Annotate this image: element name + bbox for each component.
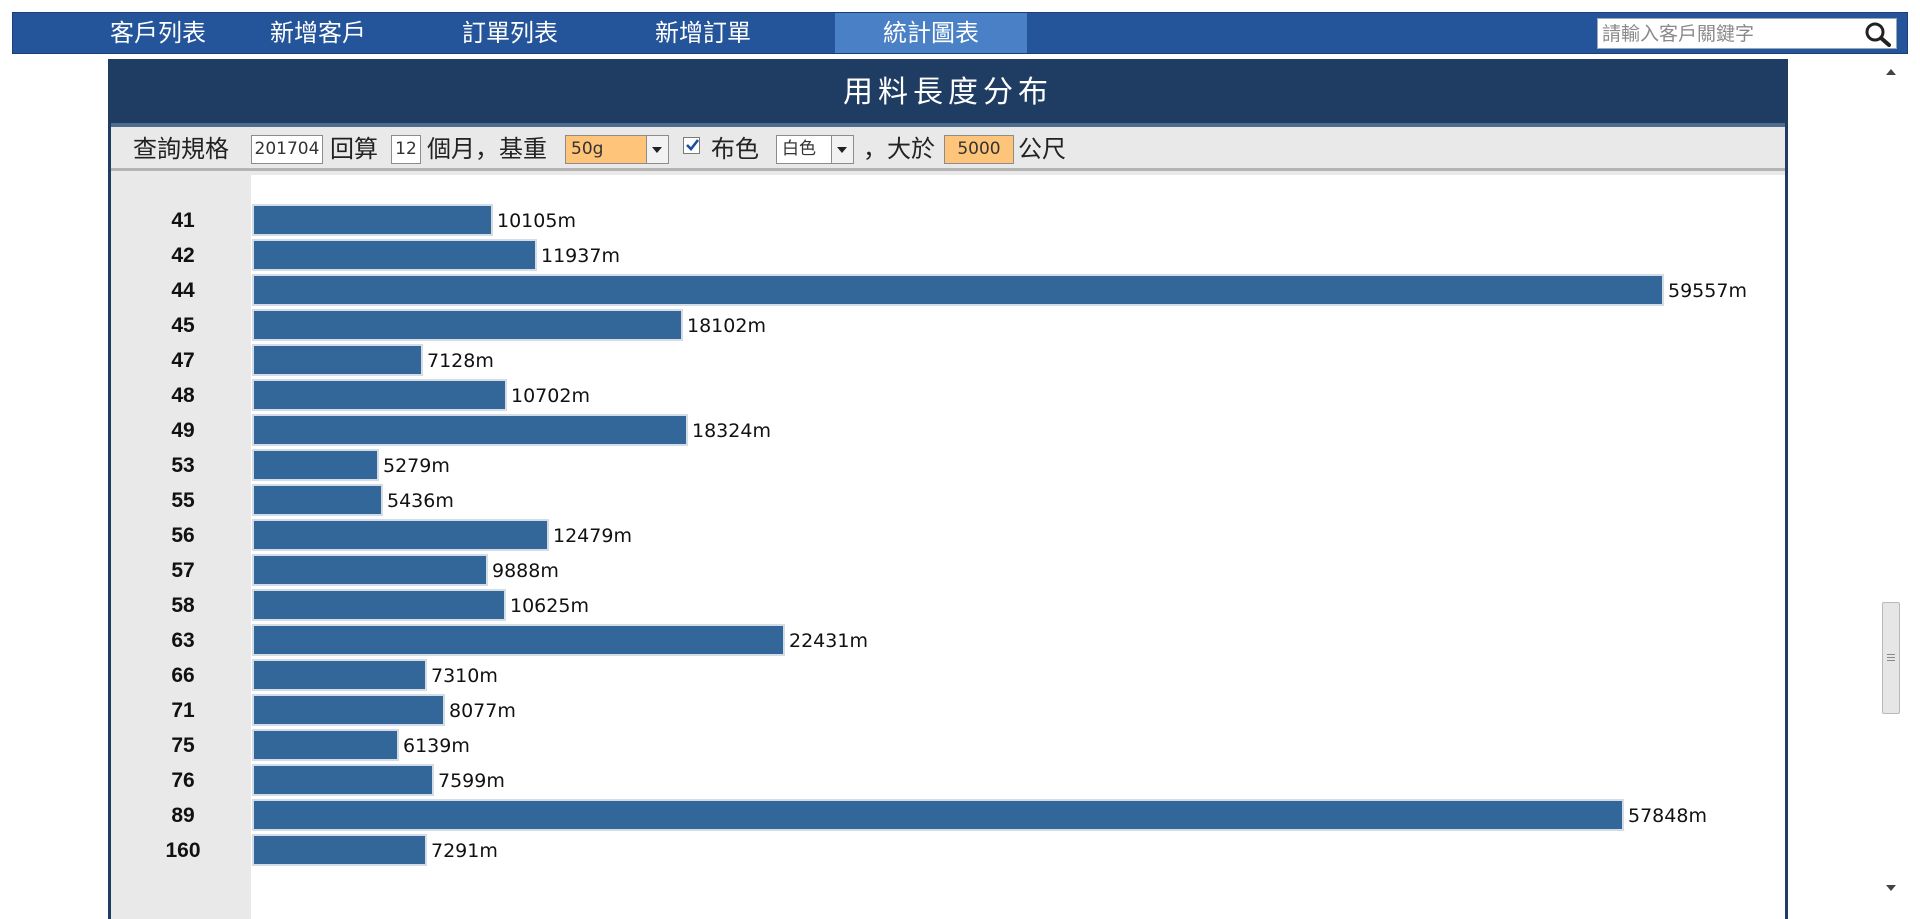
bar-89	[252, 799, 1624, 831]
bar-value-label: 10105m	[497, 210, 576, 232]
category-label: 55	[171, 489, 195, 512]
category-label-column: 41 42 44 45 47 48 49 53 55 56 57 58 63 66 71 75 76 89 160	[111, 175, 251, 919]
page-title: 用料長度分布	[111, 59, 1785, 127]
bar-57	[252, 554, 488, 586]
category-label: 66	[171, 664, 194, 687]
bar-value-label: 57848m	[1628, 805, 1707, 827]
bar-value-label: 11937m	[541, 245, 620, 267]
bar-value-label: 18324m	[692, 420, 771, 442]
bar-42	[252, 239, 537, 271]
bar-48	[252, 379, 507, 411]
chart-area: 10105m 11937m 59557m 18102m 7128m 10702m 18324…	[251, 175, 1785, 919]
chevron-down-icon	[646, 136, 668, 163]
bar-value-label: 22431m	[789, 630, 868, 652]
months-suffix-label: 個月，基重	[427, 135, 547, 163]
unit-label: 公尺	[1018, 135, 1066, 163]
bar-value-label: 12479m	[553, 525, 632, 547]
bar-value-label: 7128m	[427, 350, 494, 372]
search-box	[1597, 18, 1897, 49]
check-icon	[686, 139, 700, 151]
nav-statistics[interactable]: 統計圖表	[835, 13, 1027, 53]
bar-160	[252, 834, 427, 866]
bar-45	[252, 309, 683, 341]
category-label: 44	[171, 279, 195, 302]
nav-order-list[interactable]: 訂單列表	[435, 13, 585, 53]
bar-value-label: 18102m	[687, 315, 766, 337]
months-input[interactable]: 12	[391, 135, 421, 164]
bar-56	[252, 519, 549, 551]
bar-value-label: 7599m	[438, 770, 505, 792]
nav-customer-list[interactable]: 客戶列表	[83, 13, 233, 53]
bar-value-label: 59557m	[1668, 280, 1747, 302]
nav-add-order[interactable]: 新增訂單	[628, 13, 778, 53]
bar-value-label: 5436m	[387, 490, 454, 512]
bar-value-label: 6139m	[403, 735, 470, 757]
filter-label: 查詢規格	[133, 135, 229, 163]
category-label: 53	[171, 454, 194, 477]
bar-value-label: 5279m	[383, 455, 450, 477]
category-label: 58	[171, 594, 195, 617]
bar-55	[252, 484, 383, 516]
category-axis: 41 42 44 45 47 48 49 53 55 56 57 58 63 66 71 75 76 89 160	[165, 209, 200, 862]
category-label: 56	[171, 524, 194, 547]
bar-63	[252, 624, 785, 656]
nav-add-customer[interactable]: 新增客戶	[243, 13, 393, 53]
scroll-down-icon[interactable]	[1886, 885, 1896, 891]
category-label: 49	[171, 419, 194, 442]
bar-44	[252, 274, 1664, 306]
min-length-input[interactable]: 5000	[944, 135, 1014, 164]
search-input[interactable]	[1598, 19, 1860, 48]
bar-value-label: 7291m	[431, 840, 498, 862]
color-value: 白色	[782, 139, 816, 159]
category-label: 71	[171, 699, 195, 722]
category-label: 42	[171, 244, 194, 267]
bar-chart: 10105m 11937m 59557m 18102m 7128m 10702m 18324…	[252, 204, 1747, 866]
category-label: 41	[171, 209, 195, 232]
vertical-scrollbar[interactable]	[1880, 59, 1902, 900]
color-checkbox[interactable]	[683, 137, 700, 154]
bar-value-label: 9888m	[492, 560, 559, 582]
back-label: 回算	[330, 135, 378, 163]
search-icon[interactable]	[1862, 21, 1894, 47]
category-label: 76	[171, 769, 194, 792]
category-label: 45	[171, 314, 195, 337]
basis-weight-value: 50g	[571, 139, 604, 159]
chevron-down-icon	[831, 136, 853, 163]
basis-weight-select[interactable]: 50g	[565, 135, 669, 164]
bar-value-label: 10702m	[511, 385, 590, 407]
bar-47	[252, 344, 423, 376]
bar-58	[252, 589, 506, 621]
bar-41	[252, 204, 493, 236]
category-label: 47	[171, 349, 194, 372]
scrollbar-thumb[interactable]	[1882, 602, 1900, 714]
bar-value-label: 7310m	[431, 665, 498, 687]
category-label: 63	[171, 629, 194, 652]
bar-value-label: 10625m	[510, 595, 589, 617]
category-label: 57	[171, 559, 194, 582]
filter-bar: 查詢規格 201704 回算 12 個月，基重 50g 布色 白色 ，大於 50…	[111, 127, 1785, 171]
scroll-up-icon[interactable]	[1886, 69, 1896, 75]
category-label: 160	[165, 839, 200, 862]
main-panel: 用料長度分布 查詢規格 201704 回算 12 個月，基重 50g 布色 白色…	[108, 59, 1788, 919]
bar-76	[252, 764, 434, 796]
category-label: 48	[171, 384, 195, 407]
color-label: 布色	[711, 135, 759, 163]
bar-71	[252, 694, 445, 726]
top-nav: 客戶列表 新增客戶 訂單列表 新增訂單 統計圖表	[12, 12, 1908, 54]
bar-75	[252, 729, 399, 761]
color-select[interactable]: 白色	[776, 135, 854, 164]
category-label: 89	[171, 804, 194, 827]
bar-53	[252, 449, 379, 481]
bar-49	[252, 414, 688, 446]
category-label: 75	[171, 734, 195, 757]
bar-66	[252, 659, 427, 691]
start-month-input[interactable]: 201704	[251, 135, 323, 164]
bar-value-label: 8077m	[449, 700, 516, 722]
greater-than-label: ，大於	[863, 135, 935, 163]
